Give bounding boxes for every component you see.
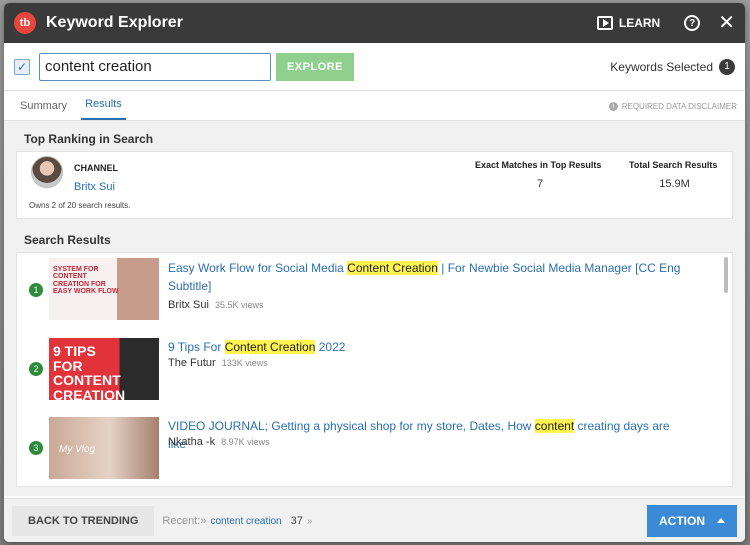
back-to-trending-button[interactable]: BACK TO TRENDING	[12, 505, 155, 536]
video-views: 133K views	[221, 358, 268, 368]
keywords-selected-count-badge: 1	[719, 58, 735, 75]
tab-results[interactable]: Results	[81, 98, 126, 120]
channel-label: CHANNEL	[74, 163, 118, 173]
disclaimer-label: REQUIRED DATA DISCLAIMER	[621, 102, 737, 111]
checkmark-icon: ✓	[16, 59, 28, 74]
channel-avatar[interactable]	[31, 156, 63, 188]
footer-bar: BACK TO TRENDING Recent:» content creati…	[4, 498, 745, 542]
action-label: ACTION	[659, 513, 705, 528]
total-results-value: 15.9M	[659, 178, 690, 190]
recent-search-link[interactable]: content creation	[210, 516, 281, 527]
channel-name-link[interactable]: Britx Sui	[74, 181, 115, 193]
title-highlight: content	[534, 419, 575, 433]
video-meta: Nkatha -k 8.97K views	[168, 436, 270, 448]
recent-searches: Recent:» content creation 37 »	[162, 515, 312, 527]
help-icon[interactable]: ?	[684, 15, 701, 31]
video-meta: Britx Sui 35.5K views	[168, 299, 264, 311]
close-icon[interactable]: ✕	[718, 13, 735, 33]
title-bar: tb Keyword Explorer LEARN ? ✕	[4, 3, 745, 43]
title-highlight: Content Creation	[347, 261, 438, 275]
select-keyword-checkbox[interactable]: ✓	[14, 58, 30, 75]
video-channel: The Futur	[168, 357, 216, 369]
video-views: 8.97K views	[221, 437, 270, 447]
search-results-heading: Search Results	[24, 233, 111, 247]
video-thumbnail[interactable]: 9 TIPS FOR CONTENT CREATION	[49, 338, 159, 400]
video-title-link[interactable]: Easy Work Flow for Social Media Content …	[168, 259, 682, 295]
title-text: VIDEO JOURNAL; Getting a physical shop f…	[168, 419, 535, 433]
video-thumbnail[interactable]: SYSTEM FOR CONTENT CREATION FOR EASY WOR…	[49, 258, 159, 320]
result-item: 2 9 TIPS FOR CONTENT CREATION 9 Tips For…	[17, 332, 732, 411]
total-results-label: Total Search Results	[629, 160, 718, 170]
rank-badge: 1	[29, 283, 43, 297]
title-text: 9 Tips For	[168, 340, 225, 354]
video-channel: Britx Sui	[168, 299, 209, 311]
learn-label: LEARN	[618, 16, 661, 30]
thumbnail-text: SYSTEM FOR CONTENT CREATION FOR EASY WOR…	[53, 266, 119, 296]
tab-summary[interactable]: Summary	[16, 100, 71, 120]
rank-badge: 2	[29, 362, 43, 376]
window-title: Keyword Explorer	[46, 14, 183, 31]
video-thumbnail[interactable]: My Vlog	[49, 417, 159, 479]
video-channel: Nkatha -k	[168, 436, 216, 448]
title-text: Easy Work Flow for Social Media	[168, 261, 348, 275]
keyword-search-input[interactable]	[39, 52, 271, 81]
keywords-selected-label: Keywords Selected	[610, 59, 713, 74]
top-ranking-heading: Top Ranking in Search	[24, 132, 154, 146]
thumbnail-text: 9 TIPS FOR CONTENT CREATION	[53, 343, 126, 400]
recent-next-arrow[interactable]: »	[307, 516, 313, 527]
video-title-link[interactable]: 9 Tips For Content Creation 2022	[168, 338, 682, 356]
explore-button[interactable]: EXPLORE	[276, 52, 354, 81]
caret-up-icon	[717, 518, 725, 523]
exact-matches-label: Exact Matches in Top Results	[475, 160, 602, 170]
data-disclaimer-link[interactable]: i REQUIRED DATA DISCLAIMER	[608, 102, 737, 111]
search-bar: ✓ EXPLORE Keywords Selected 1	[4, 43, 745, 91]
action-button[interactable]: ACTION	[647, 504, 737, 537]
info-icon: i	[608, 102, 618, 111]
play-video-icon	[596, 16, 613, 30]
learn-button[interactable]: LEARN	[596, 16, 661, 30]
result-item: 1 SYSTEM FOR CONTENT CREATION FOR EASY W…	[17, 253, 732, 332]
owns-results-text: Owns 2 of 20 search results.	[29, 201, 131, 210]
video-views: 35.5K views	[214, 300, 264, 310]
tab-bar: Summary Results i REQUIRED DATA DISCLAIM…	[4, 91, 745, 121]
top-ranking-card: CHANNEL Britx Sui Owns 2 of 20 search re…	[16, 151, 733, 219]
keywords-selected[interactable]: Keywords Selected 1	[610, 58, 735, 75]
exact-matches-value: 7	[536, 178, 544, 190]
results-content: Top Ranking in Search CHANNEL Britx Sui …	[4, 121, 745, 496]
title-highlight: Content Creation	[224, 340, 316, 354]
recent-label: Recent:»	[162, 514, 207, 527]
tubebuddy-logo-icon: tb	[14, 12, 36, 34]
recent-search-count: 37	[290, 514, 303, 527]
rank-badge: 3	[29, 441, 43, 455]
result-item: 3 My Vlog VIDEO JOURNAL; Getting a physi…	[17, 411, 732, 486]
video-meta: The Futur 133K views	[168, 357, 268, 369]
search-results-list[interactable]: 1 SYSTEM FOR CONTENT CREATION FOR EASY W…	[16, 252, 733, 487]
title-text: 2022	[315, 340, 346, 354]
thumbnail-text: My Vlog	[59, 444, 96, 455]
keyword-explorer-window: tb Keyword Explorer LEARN ? ✕ ✓ EXPLORE …	[4, 3, 745, 542]
